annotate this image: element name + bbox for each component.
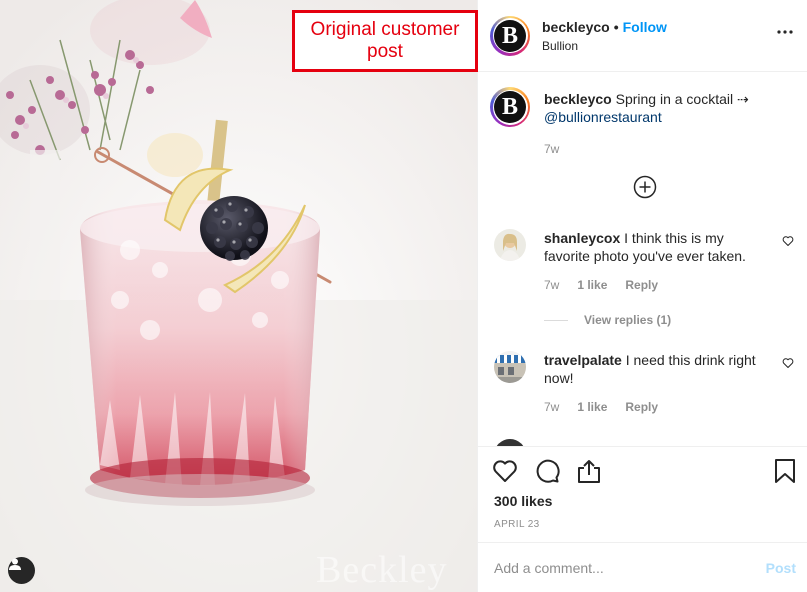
comment-likes[interactable]: 1 like <box>577 400 607 414</box>
heart-icon[interactable] <box>492 458 518 484</box>
user-icon <box>9 558 21 570</box>
location-link[interactable]: Bullion <box>542 38 667 54</box>
post-details-panel: B beckleyco • Follow Bullion B beckleyco S… <box>477 0 807 592</box>
view-replies-button[interactable]: View replies (1) <box>544 313 671 327</box>
header-username[interactable]: beckleyco <box>542 19 610 35</box>
comment-username[interactable]: shanleycox <box>544 230 620 246</box>
comment-like-icon[interactable] <box>782 235 794 247</box>
comment-timestamp[interactable]: 7w <box>544 400 559 414</box>
comment-likes[interactable]: 1 like <box>577 278 607 292</box>
caption-text: Spring in a cocktail ⇢ <box>615 91 749 107</box>
follow-button[interactable]: Follow <box>623 19 667 35</box>
view-replies-label: View replies (1) <box>584 313 672 327</box>
tagged-user-icon[interactable] <box>8 557 35 584</box>
cocktail-image <box>0 0 477 592</box>
more-options-icon[interactable] <box>775 22 795 42</box>
post-actions: 300 likes APRIL 23 <box>478 446 807 542</box>
post-caption: B beckleyco Spring in a cocktail ⇢ @bull… <box>490 87 800 156</box>
comment-like-icon[interactable] <box>782 357 794 369</box>
comment-input[interactable] <box>494 559 766 576</box>
post-header: B beckleyco • Follow Bullion <box>478 0 807 72</box>
annotation-label: Original customer post <box>292 10 478 72</box>
commenter-avatar[interactable] <box>494 351 526 383</box>
caption-timestamp[interactable]: 7w <box>544 142 800 156</box>
reply-button[interactable]: Reply <box>625 278 658 292</box>
comment-item: travelpalate I need this drink right now… <box>494 351 794 414</box>
divider-line <box>544 319 568 321</box>
caption-mention[interactable]: @bullionrestaurant <box>544 109 662 125</box>
caption-username[interactable]: beckleyco <box>544 91 612 107</box>
comment-item: shanleycox I think this is my favorite p… <box>494 229 794 292</box>
commenter-avatar[interactable] <box>494 229 526 261</box>
comment-username[interactable]: travelpalate <box>544 352 622 368</box>
post-date[interactable]: APRIL 23 <box>494 519 540 530</box>
avatar[interactable]: B <box>490 15 530 56</box>
share-icon[interactable] <box>576 458 602 484</box>
avatar-logo: B <box>494 19 526 52</box>
load-more-comments-icon[interactable] <box>633 175 657 199</box>
photo-watermark: Beckley <box>316 549 448 591</box>
post-photo[interactable]: Beckley <box>0 0 477 592</box>
bookmark-icon[interactable] <box>772 458 798 484</box>
reply-button[interactable]: Reply <box>625 400 658 414</box>
caption-avatar[interactable]: B <box>490 87 530 127</box>
comment-icon[interactable] <box>534 458 560 484</box>
add-comment-bar: Post <box>478 542 807 592</box>
separator-dot: • <box>613 18 619 35</box>
avatar-logo: B <box>494 91 526 123</box>
likes-count[interactable]: 300 likes <box>494 493 552 509</box>
post-comment-button[interactable]: Post <box>766 560 796 576</box>
comment-timestamp[interactable]: 7w <box>544 278 559 292</box>
